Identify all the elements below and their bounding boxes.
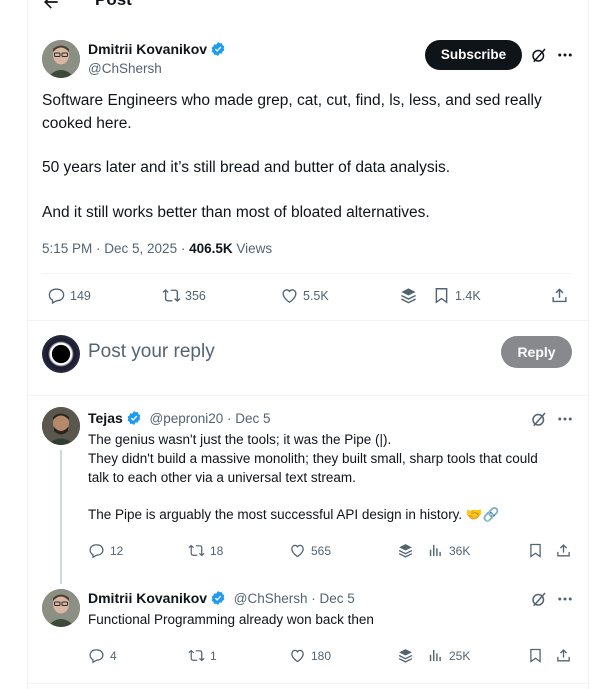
verified-badge-icon bbox=[211, 42, 225, 56]
reply-date[interactable]: · Dec 5 bbox=[223, 411, 271, 426]
grok-stack-action[interactable] bbox=[397, 647, 419, 664]
views-count: 25K bbox=[449, 648, 471, 663]
heart-icon bbox=[282, 289, 297, 304]
reply-action[interactable]: 149 bbox=[47, 286, 91, 305]
views-label: Views bbox=[232, 241, 273, 256]
grok-stack-action[interactable] bbox=[397, 542, 419, 559]
grok-icon[interactable] bbox=[530, 590, 548, 608]
like-count: 565 bbox=[311, 543, 332, 558]
post-text-paragraph-3: And it still works better than most of b… bbox=[42, 204, 430, 221]
heart-icon bbox=[291, 544, 304, 558]
verified-badge-icon bbox=[211, 591, 225, 605]
author-handle[interactable]: @ChShersh bbox=[88, 61, 162, 76]
reply-author-name[interactable]: Tejas bbox=[88, 410, 123, 426]
heart-icon bbox=[291, 649, 304, 663]
reply-text-line: The genius wasn't just the tools; it was… bbox=[88, 432, 392, 447]
reply-date[interactable]: · Dec 5 bbox=[308, 591, 355, 606]
reply-input[interactable]: Post your reply bbox=[88, 341, 215, 363]
post-meta: 5:15 PM · Dec 5, 2025 · 406.5K Views bbox=[42, 241, 272, 256]
bookmark-action[interactable] bbox=[527, 542, 549, 559]
composer-avatar bbox=[42, 335, 80, 373]
bookmark-action[interactable] bbox=[527, 647, 549, 664]
reply-text-line: Functional Programming already won back … bbox=[88, 612, 374, 627]
reply-button[interactable]: Reply bbox=[501, 336, 572, 368]
author-avatar[interactable] bbox=[42, 40, 80, 78]
reply-author-avatar-image bbox=[42, 589, 80, 627]
thread-connector bbox=[60, 450, 62, 584]
subscribe-button[interactable]: Subscribe bbox=[425, 40, 522, 70]
like-action[interactable]: 5.5K bbox=[280, 286, 329, 305]
views-count: 36K bbox=[449, 543, 471, 558]
grok-icon[interactable] bbox=[530, 46, 548, 64]
like-action[interactable]: 565 bbox=[289, 542, 331, 559]
layers-icon bbox=[398, 544, 413, 558]
reply-text-paragraph-2: The Pipe is arguably the most successful… bbox=[88, 507, 500, 522]
author-avatar-image bbox=[42, 40, 80, 78]
repost-action[interactable]: 1 bbox=[188, 647, 217, 664]
reply-icon bbox=[89, 544, 104, 559]
bookmark-icon bbox=[435, 288, 448, 304]
reply-icon bbox=[89, 649, 104, 664]
layers-icon bbox=[401, 288, 416, 304]
reply-header: Tejas @peproni20 · Dec 5 bbox=[88, 410, 271, 426]
analytics-icon bbox=[429, 649, 441, 662]
grok-stack-action[interactable] bbox=[399, 286, 422, 305]
repost-icon bbox=[188, 544, 205, 557]
divider bbox=[28, 320, 588, 321]
divider bbox=[28, 683, 588, 684]
reply-author-name[interactable]: Dmitrii Kovanikov bbox=[88, 590, 207, 606]
reply-author-avatar[interactable] bbox=[42, 589, 80, 627]
reply-action[interactable]: 4 bbox=[88, 647, 117, 664]
divider bbox=[42, 273, 572, 274]
bookmark-icon bbox=[530, 543, 541, 558]
repost-count: 1 bbox=[210, 648, 217, 663]
like-action[interactable]: 180 bbox=[289, 647, 331, 664]
post-text-paragraph-1: Software Engineers who made grep, cat, c… bbox=[42, 92, 542, 132]
post-timestamp[interactable]: 5:15 PM · Dec 5, 2025 · bbox=[42, 241, 189, 256]
like-count: 5.5K bbox=[303, 288, 329, 303]
repost-count: 356 bbox=[185, 288, 206, 303]
analytics-icon bbox=[429, 544, 441, 557]
reply-header: Dmitrii Kovanikov @ChShersh · Dec 5 bbox=[88, 590, 355, 606]
layers-icon bbox=[398, 649, 413, 663]
repost-icon bbox=[188, 649, 205, 662]
reply-text-line: They didn't build a massive monolith; th… bbox=[88, 451, 538, 485]
bookmark-icon bbox=[530, 648, 541, 663]
divider bbox=[28, 395, 588, 396]
reply-count: 4 bbox=[110, 648, 117, 663]
reply-author-handle[interactable]: @ChShersh bbox=[234, 591, 308, 606]
share-icon bbox=[557, 649, 570, 662]
like-count: 180 bbox=[311, 648, 332, 663]
verified-badge-icon bbox=[127, 411, 141, 425]
views-action[interactable]: 36K bbox=[427, 542, 470, 559]
post-text-paragraph-2: 50 years later and it’s still bread and … bbox=[42, 159, 451, 176]
views-count: 406.5K bbox=[189, 241, 233, 256]
share-icon bbox=[552, 288, 567, 303]
reply-action[interactable]: 12 bbox=[88, 542, 123, 559]
reply-icon bbox=[48, 288, 65, 305]
repost-icon bbox=[162, 289, 181, 302]
more-options-icon[interactable] bbox=[556, 410, 574, 428]
reply-count: 12 bbox=[110, 543, 124, 558]
bookmark-count: 1.4K bbox=[455, 288, 481, 303]
share-icon bbox=[557, 544, 570, 557]
repost-count: 18 bbox=[210, 543, 224, 558]
share-action[interactable] bbox=[555, 647, 577, 664]
author-name[interactable]: Dmitrii Kovanikov bbox=[88, 41, 207, 57]
bookmark-action[interactable]: 1.4K bbox=[432, 286, 481, 305]
reply-count: 149 bbox=[70, 288, 91, 303]
more-options-icon[interactable] bbox=[556, 590, 574, 608]
grok-icon[interactable] bbox=[530, 410, 548, 428]
more-options-icon[interactable] bbox=[556, 46, 574, 64]
post-author: Dmitrii Kovanikov bbox=[88, 41, 226, 59]
views-action[interactable]: 25K bbox=[427, 647, 470, 664]
repost-action[interactable]: 356 bbox=[162, 286, 206, 305]
reply-author-avatar-image bbox=[42, 407, 80, 445]
repost-action[interactable]: 18 bbox=[188, 542, 223, 559]
reply-author-avatar[interactable] bbox=[42, 407, 80, 445]
share-action[interactable] bbox=[550, 286, 573, 305]
reply-author-handle[interactable]: @peproni20 bbox=[150, 411, 224, 426]
share-action[interactable] bbox=[555, 542, 577, 559]
